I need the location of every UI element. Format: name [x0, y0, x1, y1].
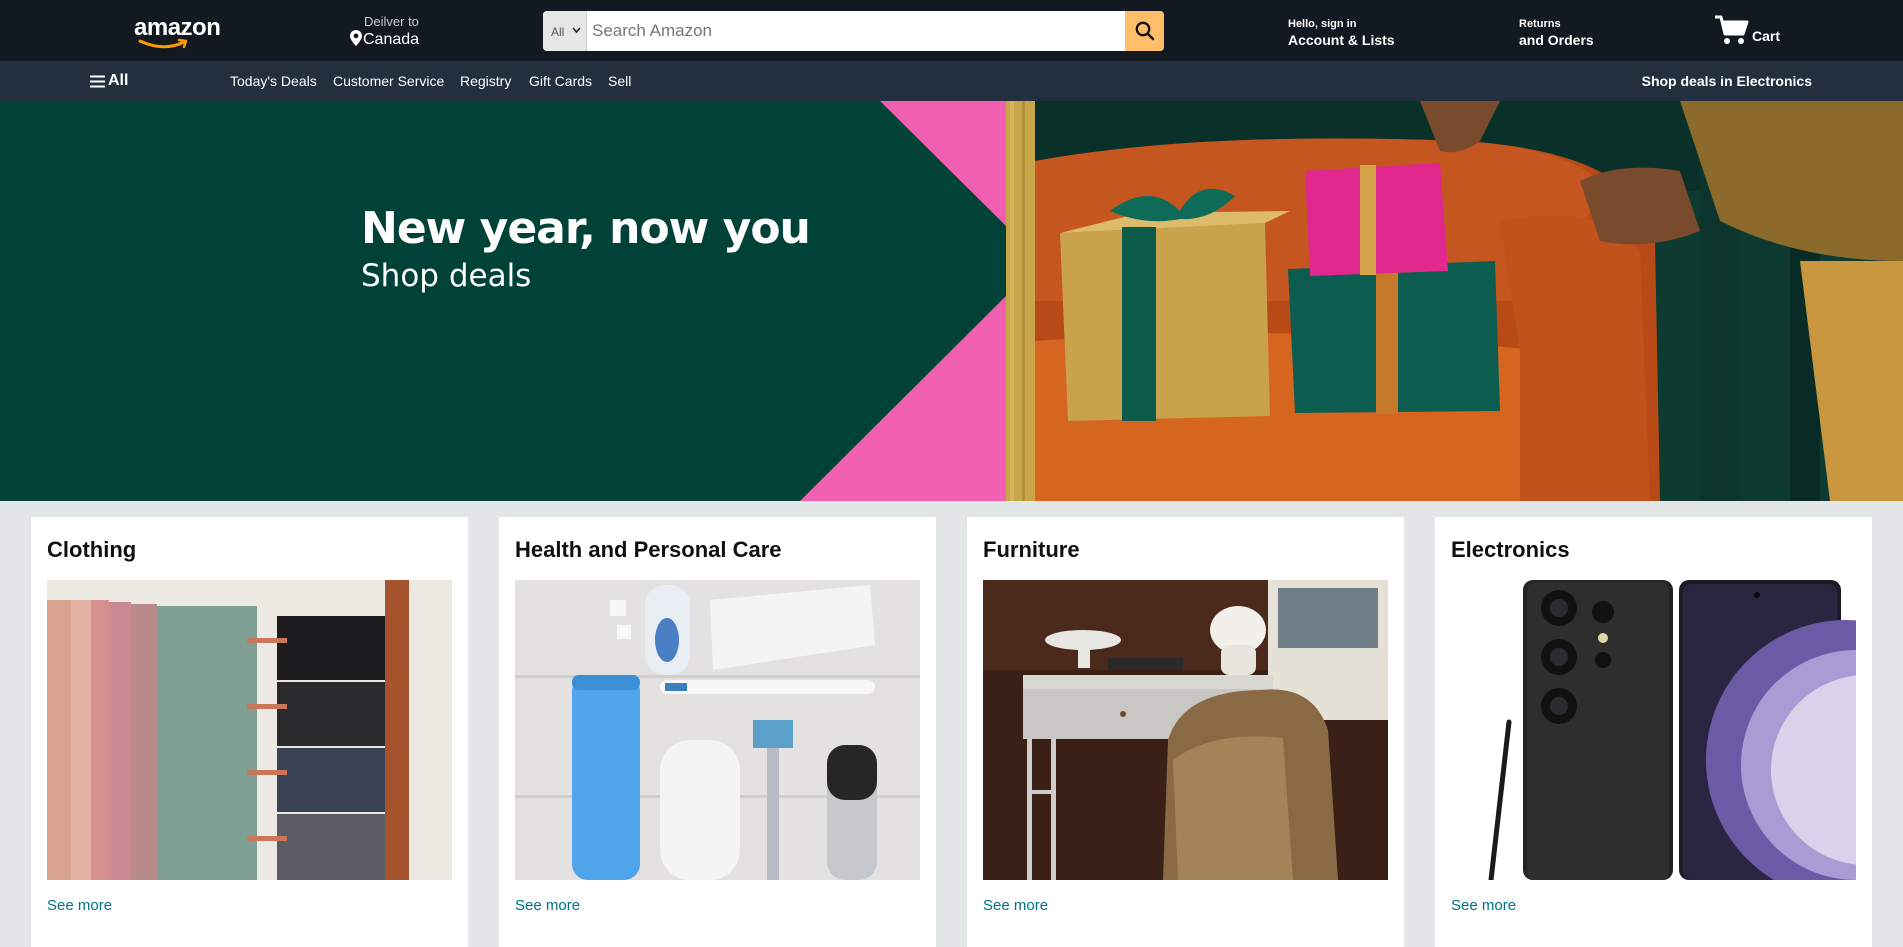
- electronics-image[interactable]: [1451, 580, 1856, 880]
- hero-banner[interactable]: New year, now you Shop deals: [0, 101, 1903, 501]
- account-lists-menu[interactable]: Hello, sign in Account & Lists: [1288, 18, 1395, 48]
- card-title: Health and Personal Care: [515, 537, 782, 562]
- search-bar: All: [543, 11, 1164, 51]
- all-menu-label: All: [108, 72, 129, 89]
- card-title: Furniture: [983, 537, 1080, 562]
- hero-subtitle: Shop deals: [361, 258, 532, 294]
- furniture-photo: [983, 580, 1388, 880]
- search-button[interactable]: [1125, 11, 1164, 51]
- cart-icon: [1715, 15, 1749, 44]
- search-category-label: All: [551, 25, 565, 39]
- category-card-electronics: Electronics See more: [1435, 517, 1872, 947]
- all-menu-button[interactable]: All: [90, 72, 128, 90]
- nav-link-sell[interactable]: Sell: [608, 73, 631, 89]
- location-pin-icon: [350, 30, 362, 46]
- see-more-link[interactable]: See more: [983, 897, 1048, 914]
- amazon-logo[interactable]: amazon: [130, 14, 221, 49]
- orders-label: and Orders: [1519, 32, 1594, 48]
- card-title: Electronics: [1451, 537, 1570, 562]
- category-card-clothing: Clothing See more: [31, 517, 468, 947]
- cart-label: Cart: [1752, 28, 1781, 44]
- nav-link-todays-deals[interactable]: Today's Deals: [230, 73, 317, 89]
- see-more-link[interactable]: See more: [47, 897, 112, 914]
- returns-orders-link[interactable]: Returns and Orders: [1519, 18, 1594, 48]
- category-card-health: Health and Personal Care See more: [499, 517, 936, 947]
- cart-button[interactable]: Cart: [1714, 14, 1794, 50]
- chevron-down-icon: [572, 27, 581, 34]
- account-lists-label: Account & Lists: [1288, 32, 1395, 48]
- electronics-photo: [1451, 580, 1856, 880]
- search-input[interactable]: [587, 11, 1107, 51]
- see-more-link[interactable]: See more: [1451, 897, 1516, 914]
- see-more-link[interactable]: See more: [515, 897, 580, 914]
- clothing-image[interactable]: [47, 580, 452, 880]
- furniture-image[interactable]: [983, 580, 1388, 880]
- nav-link-gift-cards[interactable]: Gift Cards: [529, 73, 592, 89]
- top-header: amazon Deilver to Canada All Search Amaz…: [0, 0, 1903, 61]
- deliver-label: Deilver to: [364, 14, 419, 29]
- hero-artwork: [800, 101, 1903, 501]
- account-greeting: Hello, sign in: [1288, 18, 1357, 30]
- sub-navigation: All Today's Deals Customer Service Regis…: [0, 61, 1903, 101]
- nav-link-registry[interactable]: Registry: [460, 73, 511, 89]
- nav-link-customer-service[interactable]: Customer Service: [333, 73, 444, 89]
- health-photo: [515, 580, 920, 880]
- hamburger-menu-icon: [90, 75, 105, 87]
- returns-label: Returns: [1519, 18, 1561, 30]
- hero-title: New year, now you: [361, 203, 811, 254]
- health-image[interactable]: [515, 580, 920, 880]
- search-icon: [1135, 21, 1154, 41]
- deliver-country: Canada: [363, 31, 420, 48]
- electronics-deals-promo[interactable]: Shop deals in Electronics: [1642, 73, 1812, 89]
- category-card-furniture: Furniture See more: [967, 517, 1404, 947]
- card-title: Clothing: [47, 537, 137, 562]
- smile-arrow-icon: [138, 38, 188, 49]
- search-category-select[interactable]: All: [543, 11, 587, 51]
- clothing-photo: [47, 580, 452, 880]
